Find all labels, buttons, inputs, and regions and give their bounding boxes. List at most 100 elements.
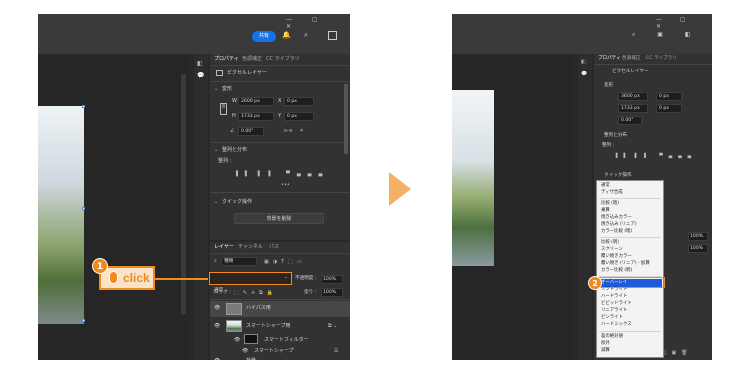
menu-item-normal[interactable]: 通常: [601, 183, 610, 188]
x-field[interactable]: 0 px: [656, 92, 682, 101]
fill-field[interactable]: 100%: [321, 288, 343, 297]
search-icon[interactable]: ⌕: [304, 31, 308, 40]
kind-filter-select[interactable]: 種類: [221, 257, 257, 266]
eye-icon[interactable]: 👁: [234, 338, 240, 343]
align-title: 整列と分布: [222, 147, 248, 153]
tab-adjustments[interactable]: 色調補正: [242, 57, 262, 62]
y-field[interactable]: 0 px: [656, 104, 682, 113]
filter-options-icon[interactable]: ☰: [334, 349, 338, 354]
properties-icon[interactable]: ◧: [581, 60, 586, 65]
tab-adjustments[interactable]: 色調補正: [622, 56, 640, 62]
chevron-down-icon[interactable]: ⌄: [214, 200, 218, 205]
fill-field[interactable]: 100%: [688, 244, 708, 253]
selection-handle[interactable]: [82, 207, 85, 210]
opacity-field[interactable]: 100%: [321, 275, 343, 284]
comment-icon[interactable]: 💬: [197, 72, 204, 79]
width-field[interactable]: 3600 px: [618, 92, 648, 101]
filter-mask-thumbnail: [244, 334, 258, 344]
y-label: Y: [278, 113, 282, 119]
angle-icon: ∠: [230, 128, 235, 134]
menu-item-lighten[interactable]: 比較 (明): [601, 240, 619, 245]
filter-icons[interactable]: ▣◑T⬚▭: [264, 259, 306, 265]
menu-item-hard-mix[interactable]: ハードミックス: [601, 322, 632, 327]
transform-title: 変形: [222, 86, 233, 92]
window-controls: — ▢ ✕: [656, 16, 694, 30]
callout-connector: [150, 278, 208, 280]
menu-item-vivid-light[interactable]: ビビッドライト: [601, 301, 632, 306]
menu-item-hard-light[interactable]: ハードライト: [601, 294, 627, 299]
workspace-icon[interactable]: [328, 31, 337, 40]
menu-item-lighter-color[interactable]: カラー比較 (明): [601, 268, 632, 273]
menu-item-difference[interactable]: 差の絶対値: [601, 334, 623, 339]
chevron-down-icon: ⌄: [284, 275, 288, 280]
chevron-down-icon[interactable]: ⌄: [214, 148, 218, 153]
tab-cc-libraries[interactable]: CC ライブラリ: [646, 56, 677, 62]
width-field[interactable]: 2600 px: [238, 97, 274, 106]
opacity-field[interactable]: 100%: [688, 232, 708, 241]
remove-background-button[interactable]: 背景を削除: [234, 213, 324, 224]
layer-name: 背景: [246, 359, 256, 361]
pixel-layer-icon: [216, 70, 223, 76]
selection-handle[interactable]: [82, 319, 85, 322]
selection-handle[interactable]: [82, 105, 85, 108]
smart-object-icon: ⧉ ⌄: [328, 323, 338, 329]
height-field[interactable]: 1733 px: [618, 104, 648, 113]
menu-item-darken[interactable]: 比較 (暗): [601, 201, 619, 206]
step-badge-2: 2: [588, 276, 602, 290]
menu-item-pin-light[interactable]: ピンライト: [601, 315, 623, 320]
menu-item-linear-burn[interactable]: 焼き込み (リニア): [601, 222, 637, 227]
image-preview: [38, 106, 84, 324]
tab-properties[interactable]: プロパティ: [214, 57, 239, 62]
blend-mode-select[interactable]: 通常 ⌄: [209, 272, 292, 293]
menu-item-darker-color[interactable]: カラー比較 (暗): [601, 229, 632, 234]
align-icons-row[interactable]: ▐▌▐▐ ▀▄▄▄: [234, 171, 329, 177]
chevron-down-icon[interactable]: ⌄: [214, 87, 218, 92]
menu-item-color-dodge[interactable]: 覆い焼きカラー: [601, 254, 632, 259]
layer-name: スマートフィルター: [264, 337, 309, 343]
flip-horizontal-icon[interactable]: ⊳⊲: [284, 129, 292, 134]
more-icon[interactable]: •••: [281, 182, 290, 188]
share-button[interactable]: 共有: [252, 31, 276, 42]
menu-item-linear-dodge[interactable]: 覆い焼き (リニア) - 加算: [601, 261, 650, 266]
lock-icons[interactable]: ⬚✎✛⧉🔒: [234, 290, 277, 296]
step-badge-1: 1: [92, 258, 108, 274]
comment-icon[interactable]: 💬: [581, 72, 587, 77]
properties-icon[interactable]: ◧: [197, 60, 203, 67]
layer-thumbnail: [226, 320, 242, 332]
layer-thumbnail: [226, 303, 242, 315]
eye-icon[interactable]: 👁: [242, 349, 248, 354]
tab-layers[interactable]: レイヤー: [214, 245, 234, 250]
quick-actions-title: クイック操作: [604, 173, 632, 178]
align-icons-row[interactable]: ▐▌▐▐ ▀▄▄▄: [614, 154, 697, 159]
menu-item-linear-light[interactable]: リニアライト: [601, 308, 627, 313]
menu-item-multiply[interactable]: 乗算: [601, 208, 610, 213]
tab-cc-libraries[interactable]: CC ライブラリ: [266, 57, 300, 62]
x-field[interactable]: 0 px: [284, 97, 314, 106]
flip-vertical-icon[interactable]: ⩟: [300, 128, 303, 133]
menu-item-exclusion[interactable]: 除外: [601, 341, 610, 346]
y-field[interactable]: 0 px: [284, 112, 314, 121]
menu-item-color-burn[interactable]: 焼き込みカラー: [601, 215, 632, 220]
toolbar-icons[interactable]: ⌕ ▣ ◧: [632, 31, 701, 39]
tab-channels[interactable]: チャンネル: [238, 245, 263, 250]
tab-properties[interactable]: プロパティ: [598, 56, 621, 62]
menu-item-soft-light[interactable]: ソフトライト: [601, 287, 627, 292]
eye-icon[interactable]: 👁: [214, 306, 220, 311]
h-label: H: [232, 113, 236, 119]
height-field[interactable]: 1733 px: [238, 112, 274, 121]
angle-field[interactable]: 0.00°: [238, 127, 264, 136]
bell-icon[interactable]: 🔔: [282, 31, 291, 39]
layer-kind-label: ピクセルレイヤー: [227, 70, 267, 76]
window-controls: — ▢ ✕: [286, 16, 327, 30]
eye-icon[interactable]: 👁: [214, 324, 220, 329]
menu-item-screen[interactable]: スクリーン: [601, 247, 623, 252]
properties-scrollbar[interactable]: [344, 84, 348, 154]
link-icon[interactable]: 8: [220, 103, 227, 115]
eye-icon[interactable]: 👁: [214, 359, 220, 361]
opacity-label: 不透明度 :: [295, 276, 317, 281]
angle-field[interactable]: 0.00°: [618, 116, 642, 125]
layer-kind-label: ピクセルレイヤー: [612, 69, 649, 74]
menu-item-dissolve[interactable]: ディザ合成: [601, 190, 623, 195]
tab-paths[interactable]: パス: [269, 245, 279, 250]
menu-item-subtract[interactable]: 減算: [601, 348, 610, 353]
